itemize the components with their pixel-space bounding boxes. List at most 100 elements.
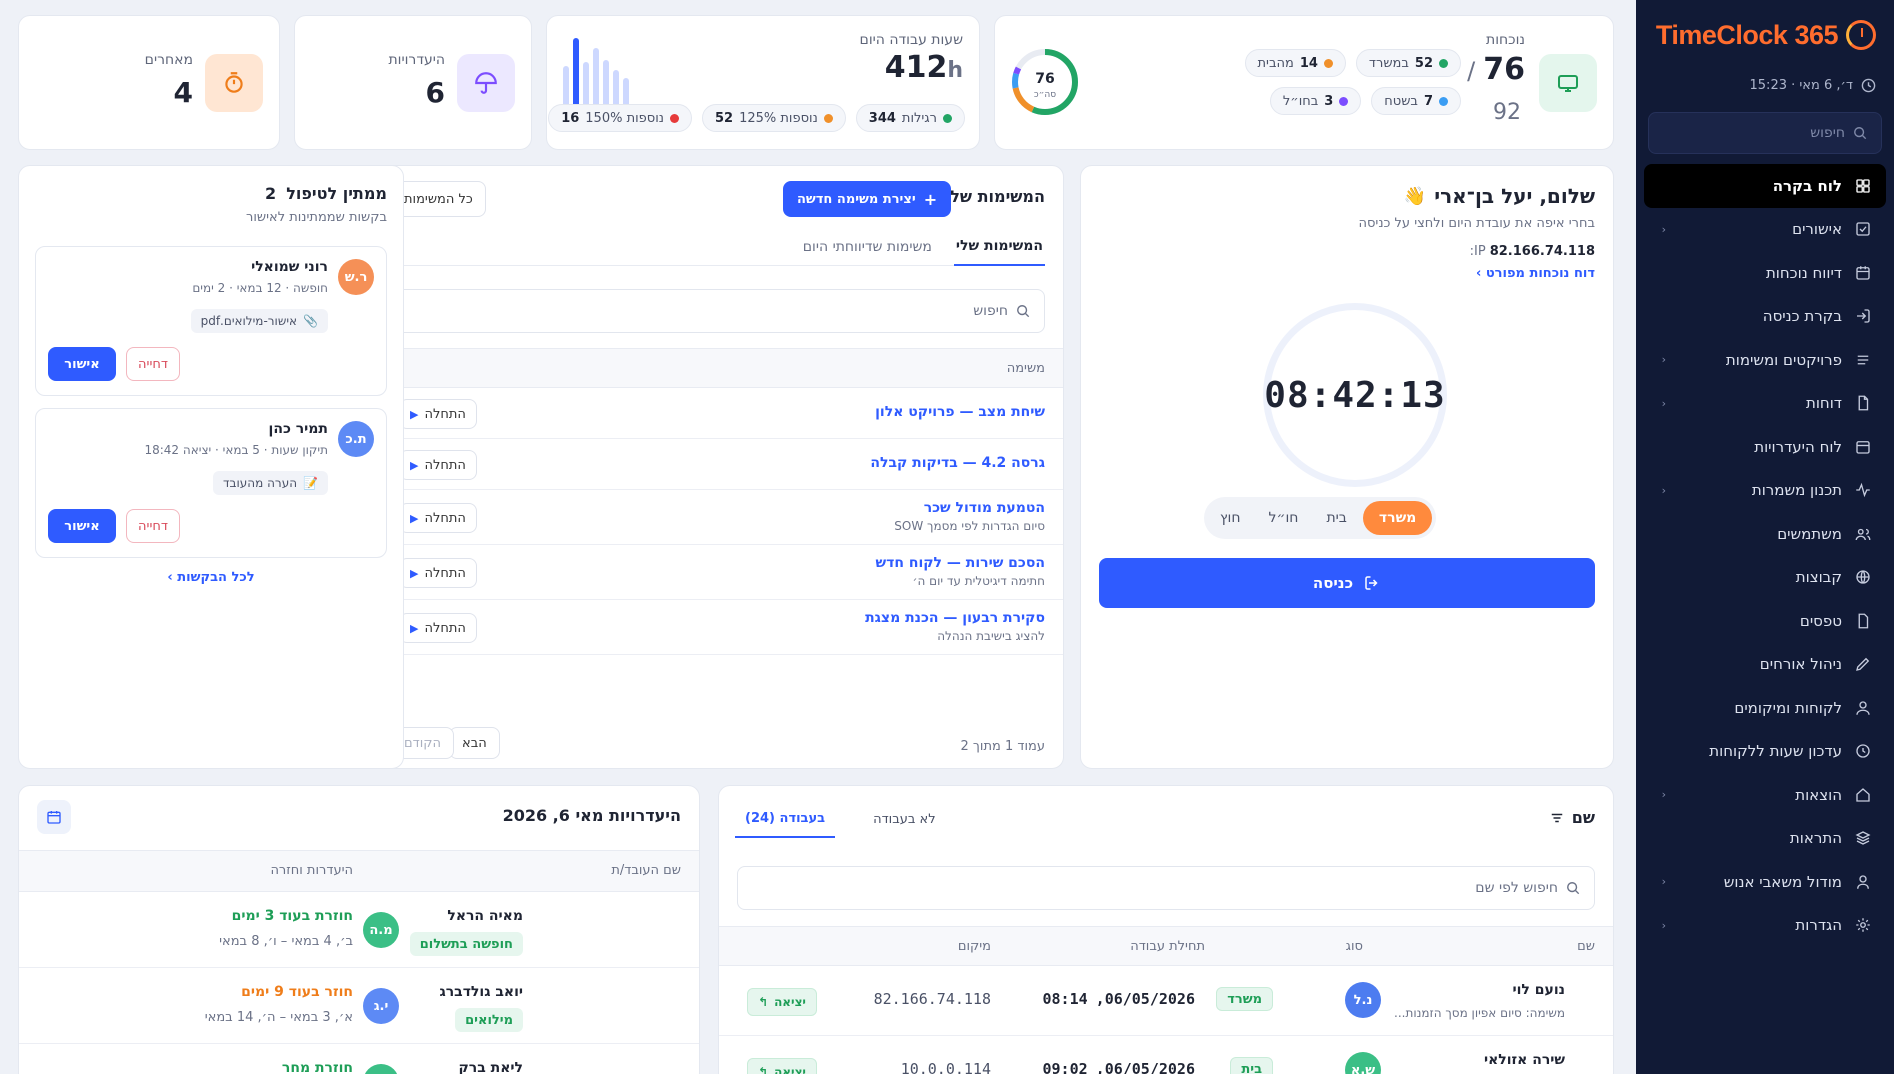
next-page-button[interactable]: הבא: [449, 727, 500, 759]
absences-panel: היעדרויות מאי 6, 2026 שם העובד/ת היעדרות …: [18, 785, 700, 1074]
location-option-1[interactable]: משרד: [1362, 501, 1433, 535]
sidebar-item-1[interactable]: לוח בקרה: [1644, 164, 1886, 208]
attachment-chip[interactable]: 📎 אישור-מילואים.pdf: [190, 309, 328, 333]
tasks-search[interactable]: חיפוש: [393, 289, 1045, 333]
attendance-report-link[interactable]: דוח נוכחות מפורט ›: [1476, 266, 1595, 281]
attendance-separator: /: [1467, 57, 1476, 85]
reject-button[interactable]: דחייה: [126, 509, 180, 543]
absences-label: היעדרויות: [388, 52, 445, 68]
exit-icon: ↰: [758, 1065, 769, 1074]
brand-name: TimeClock 365: [1655, 19, 1839, 50]
sidebar-item-7[interactable]: לוח היעדרויות: [1644, 425, 1886, 469]
start-task-label: התחלה: [424, 620, 466, 636]
start-date: 06/05/2026,: [1095, 990, 1195, 1008]
clock-in-button[interactable]: כניסה: [1099, 558, 1595, 608]
sidebar-item-2[interactable]: אישורים ‹: [1644, 208, 1886, 252]
brand-logo[interactable]: TimeClock 365: [1636, 16, 1894, 54]
status-dot: [1323, 58, 1333, 68]
list-icon: [1854, 351, 1872, 369]
pill-value: 7: [1423, 93, 1433, 109]
start-task-button[interactable]: התחלה ▶: [399, 613, 477, 643]
ip-value: 82.166.74.118: [1489, 244, 1595, 259]
all-tasks-button[interactable]: כל המשימות: [391, 181, 486, 217]
chevron-left-icon: ‹: [1661, 222, 1666, 236]
start-task-button[interactable]: התחלה ▶: [399, 558, 477, 588]
avatar: נ.ל: [1345, 982, 1381, 1018]
sidebar-item-3[interactable]: דיווח נוכחות: [1644, 251, 1886, 295]
calendar-button[interactable]: [37, 800, 71, 834]
clock-out-button[interactable]: יציאה ↰: [747, 988, 817, 1016]
sidebar-search[interactable]: חיפוש: [1648, 112, 1882, 154]
attendance-label: נוכחות: [1486, 32, 1525, 48]
approve-button[interactable]: אישור: [48, 509, 116, 543]
sidebar-item-label: אישורים: [1792, 220, 1842, 239]
sidebar-item-label: בקרת כניסה: [1762, 307, 1842, 326]
play-icon: ▶: [410, 566, 419, 580]
task-name-link[interactable]: שיחת מצב — פרויקט אלון: [875, 404, 1045, 420]
sidebar-item-10[interactable]: קבוצות: [1644, 556, 1886, 600]
all-requests-link[interactable]: לכל הבקשות ›: [19, 570, 403, 585]
location-option-4[interactable]: חוץ: [1208, 501, 1253, 535]
sidebar-item-8[interactable]: תכנון משמרות ‹: [1644, 469, 1886, 513]
clock-icon: [1861, 78, 1876, 92]
my-tasks-card: המשימות שלי + יצירת משימה חדשה כל המשימו…: [374, 165, 1064, 769]
pending-panel: ממתין לטיפול 2 בקשות שממתינות לאישור ר.ש…: [18, 165, 404, 769]
employees-search[interactable]: חיפוש לפי שם: [737, 866, 1595, 910]
sidebar-item-16[interactable]: התראות: [1644, 817, 1886, 861]
tab-tasks-2[interactable]: משימות שדיווחתי היום: [801, 228, 934, 266]
chevron-left-icon: ‹: [1661, 918, 1666, 932]
location-option-3[interactable]: חו״ל: [1257, 501, 1311, 535]
sidebar-item-14[interactable]: עדכון שעות ללקוחות: [1644, 730, 1886, 774]
sidebar-item-18[interactable]: הגדרות ‹: [1644, 904, 1886, 948]
tab-tasks-1[interactable]: המשימות שלי: [953, 228, 1045, 266]
start-task-button[interactable]: התחלה ▶: [399, 503, 477, 533]
task-name-link[interactable]: הסכם שירות — לקוח חדש: [875, 555, 1045, 571]
absences-stat-card: היעדרויות 6: [294, 15, 532, 150]
sidebar-item-12[interactable]: ניהול אורחים: [1644, 643, 1886, 687]
sidebar-item-6[interactable]: דוחות ‹: [1644, 382, 1886, 426]
calendar-icon: [47, 811, 61, 824]
chevron-left-icon: ‹: [1661, 875, 1666, 889]
start-date: 06/05/2026,: [1095, 1060, 1195, 1074]
attachment-chip[interactable]: 📝 הערה מהעובד: [213, 471, 328, 495]
return-status: חוזרת מחר: [281, 1060, 353, 1074]
clock-out-button[interactable]: יציאה ↰: [747, 1058, 817, 1074]
sidebar-item-11[interactable]: טפסים: [1644, 599, 1886, 643]
sidebar-item-17[interactable]: מודול משאבי אנוש ‹: [1644, 860, 1886, 904]
sidebar-item-label: ניהול אורחים: [1759, 655, 1842, 674]
sidebar-item-9[interactable]: משתמשים: [1644, 512, 1886, 556]
pending-count: 2: [265, 184, 277, 203]
exit-icon: ↰: [758, 995, 769, 1009]
task-name-link[interactable]: הטמעת מודול שכר: [894, 500, 1045, 516]
task-row: גרסה 4.2 — בדיקות קבלה התחלה ▶: [375, 439, 1063, 490]
sidebar-item-4[interactable]: בקרת כניסה: [1644, 295, 1886, 339]
sidebar-item-5[interactable]: פרויקטים ומשימות ‹: [1644, 338, 1886, 382]
approve-button[interactable]: אישור: [48, 347, 116, 381]
start-task-button[interactable]: התחלה ▶: [399, 450, 477, 480]
tab-employees-2[interactable]: לא בעבודה: [863, 800, 946, 838]
location-type-tag: משרד: [1216, 987, 1273, 1011]
start-time: 06/05/2026, 09:02: [1043, 1060, 1196, 1074]
document-icon: [1854, 394, 1872, 412]
pending-title: ממתין לטיפול: [286, 184, 387, 203]
pending-request-item: ר.ש רוני שמואלי חופשה · 12 במאי · 2 ימים 📎 א…: [35, 246, 387, 396]
location-option-2[interactable]: בית: [1314, 501, 1358, 535]
absences-table-header: שם העובד/ת היעדרות וחזרה: [19, 850, 699, 892]
ip-label: IP:: [1469, 244, 1486, 259]
employee-name: יואב גולדברג: [439, 984, 523, 1000]
sidebar-item-15[interactable]: הוצאות ‹: [1644, 773, 1886, 817]
employee-name: ליאת ברק: [458, 1060, 524, 1074]
start-task-button[interactable]: התחלה ▶: [399, 399, 477, 429]
location-type-tag: בית: [1230, 1057, 1273, 1074]
task-name-link[interactable]: גרסה 4.2 — בדיקות קבלה: [870, 455, 1045, 471]
prev-label: הקודם: [404, 735, 441, 751]
tab-employees-1[interactable]: בעבודה (24): [735, 800, 836, 838]
task-name-link[interactable]: סקירת רבעון — הכנת מצגת: [865, 610, 1045, 626]
new-task-button[interactable]: + יצירת משימה חדשה: [783, 181, 952, 217]
filter-icon[interactable]: [1550, 811, 1564, 825]
pill-value: 14: [1299, 55, 1318, 71]
reject-button[interactable]: דחייה: [126, 347, 180, 381]
task-description: חתימה דיגיטלית עד יום ה׳: [912, 574, 1046, 588]
sidebar-item-13[interactable]: לקוחות ומיקומים: [1644, 686, 1886, 730]
employee-name: מאיה הראל: [447, 908, 523, 924]
